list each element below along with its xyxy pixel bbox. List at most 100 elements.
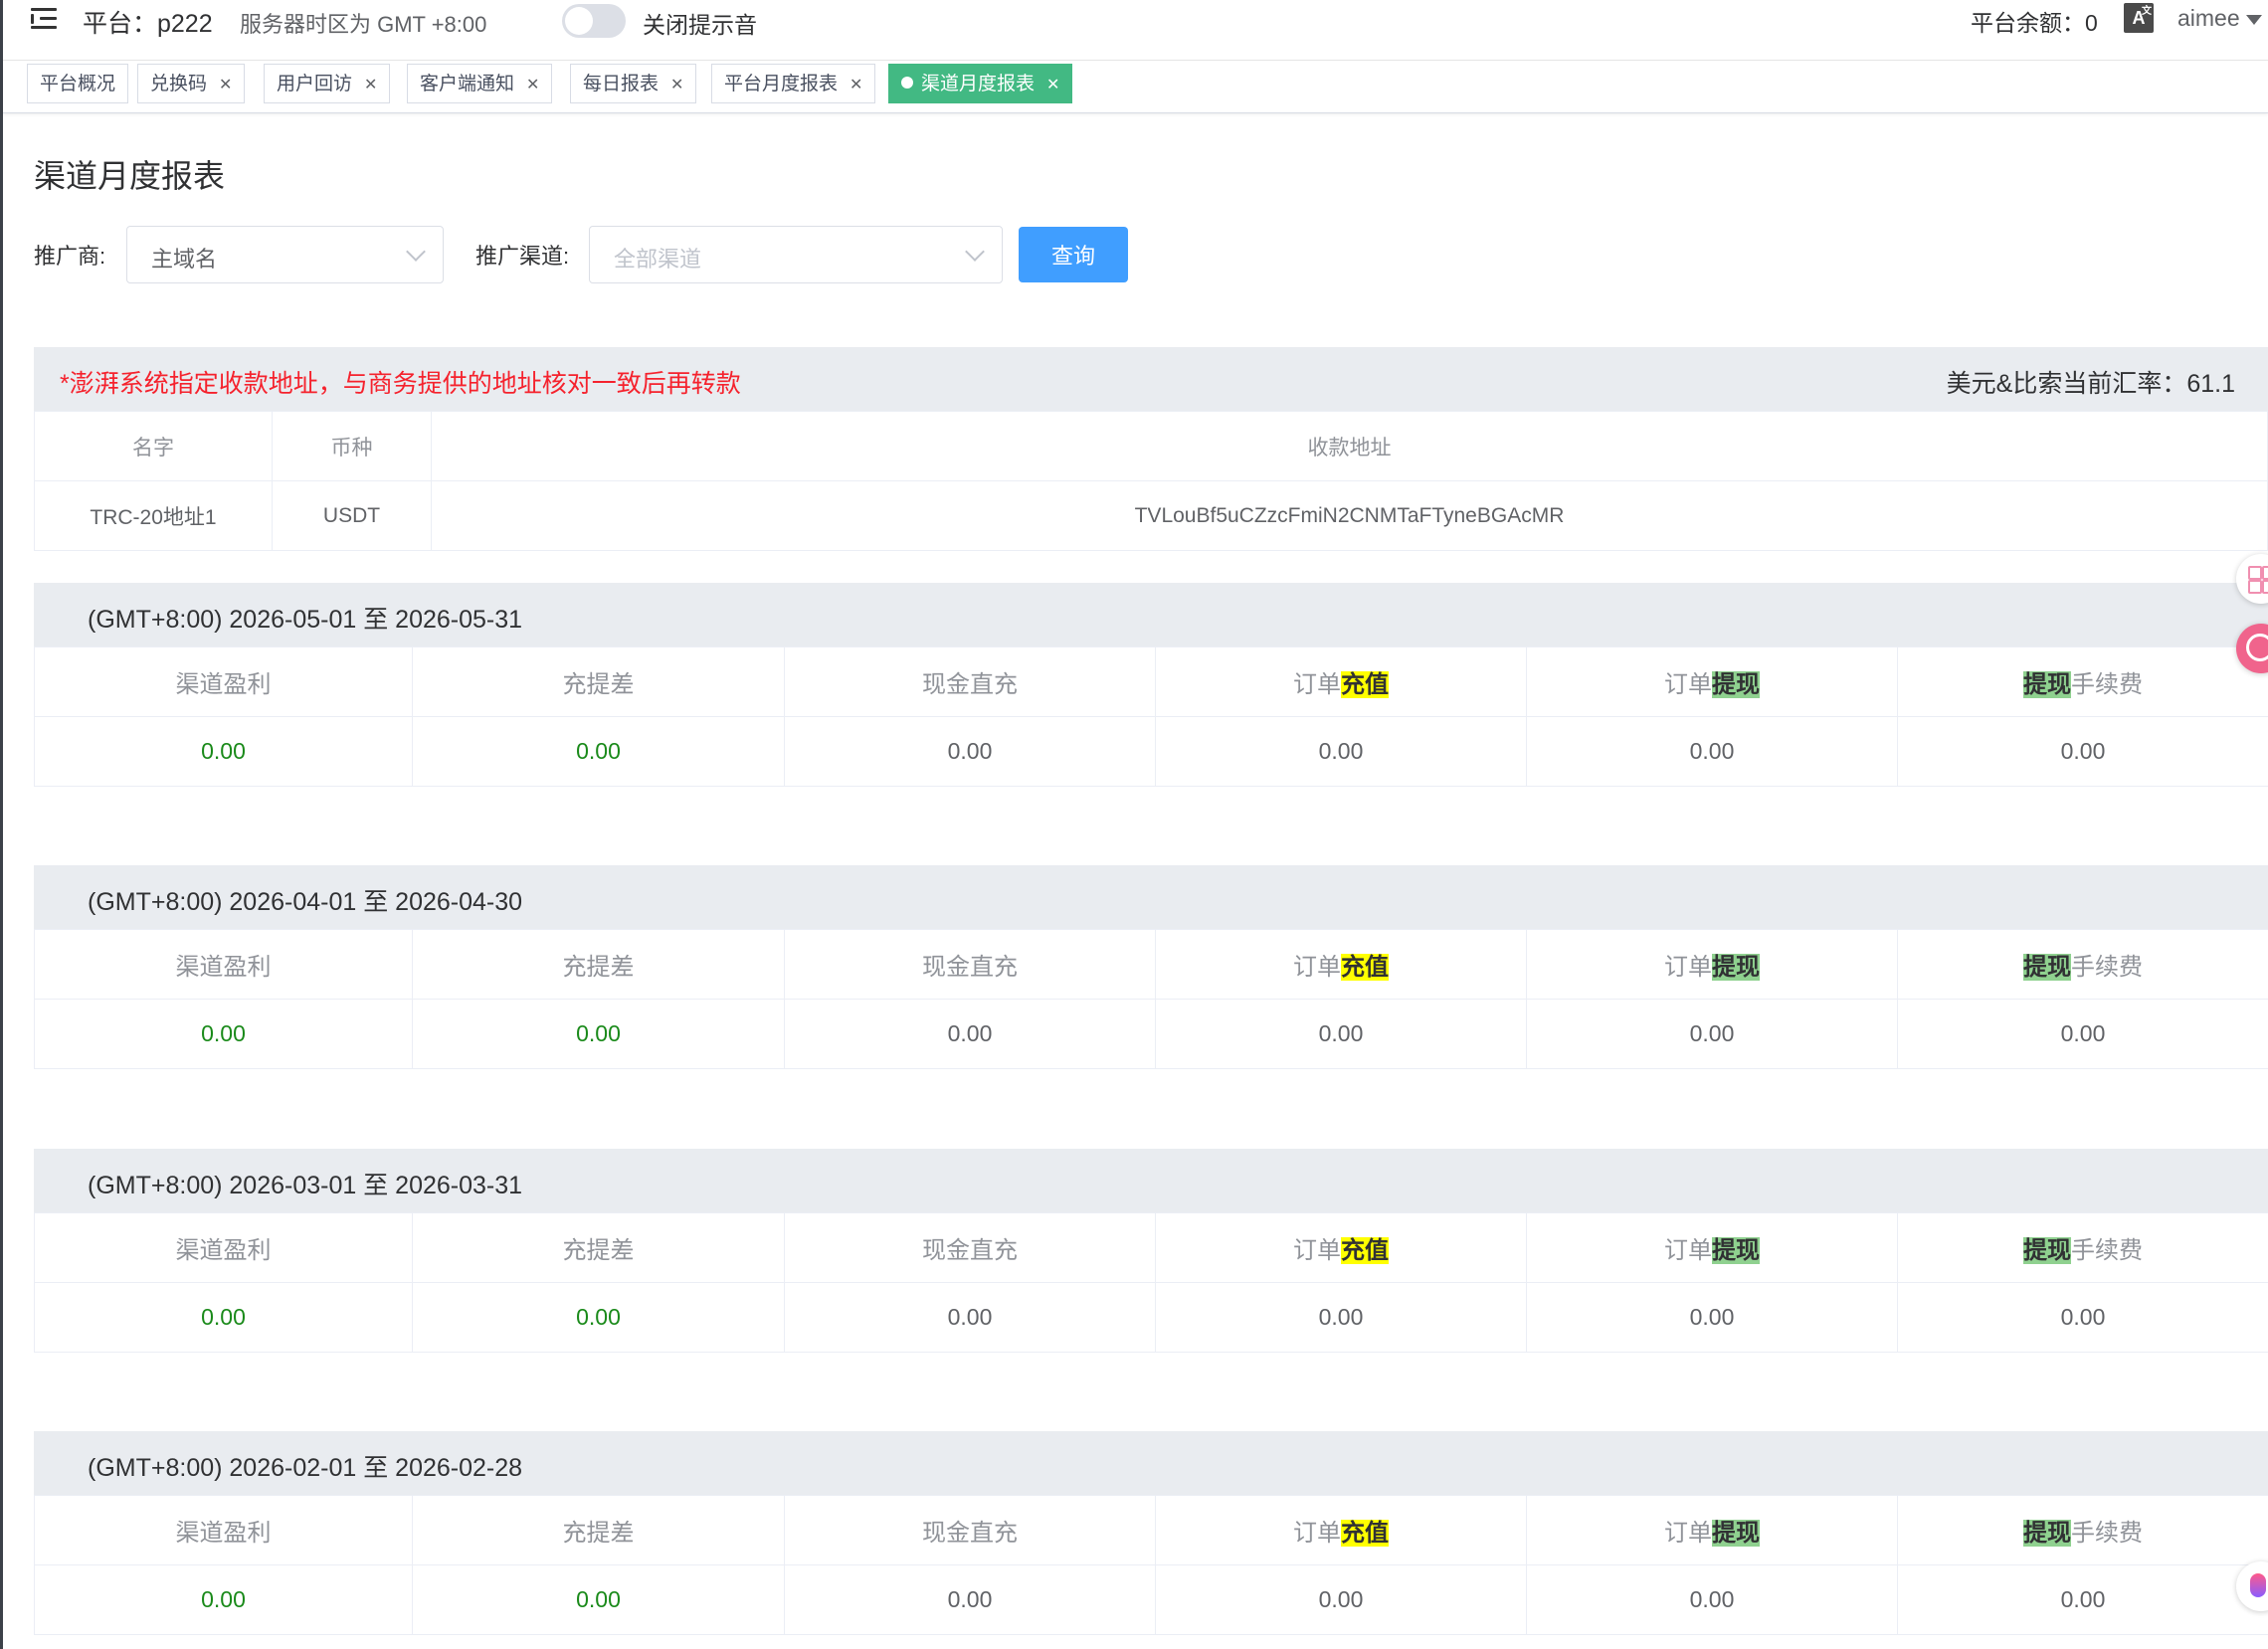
menu-fold-icon[interactable] [31, 6, 61, 34]
address-header: *澎湃系统指定收款地址，与商务提供的地址核对一致后再转款 美元&比索当前汇率：6… [34, 347, 2268, 411]
month-range: (GMT+8:00) 2026-05-01 至 2026-05-31 [88, 606, 523, 634]
month-table: 渠道盈利 充提差 现金直充 订单充值 订单提现 提现手续费 0.00 0.00 0.… [34, 1212, 2268, 1353]
tag-platform-overview[interactable]: 平台概况 [27, 64, 129, 103]
report-value: 0.00 [1897, 716, 2268, 787]
tag-label: 每日报表 [583, 74, 660, 94]
month-report: (GMT+8:00) 2026-05-01 至 2026-05-31 渠道盈利 … [34, 583, 2268, 787]
close-icon[interactable]: ✕ [219, 77, 232, 93]
month-range: (GMT+8:00) 2026-03-01 至 2026-03-31 [88, 1172, 523, 1199]
report-value: 0.00 [34, 716, 413, 787]
column-header-diff: 充提差 [412, 646, 785, 717]
sidebar-edge [0, 0, 3, 1649]
report-value: 0.00 [1155, 716, 1527, 787]
column-header-order-recharge: 订单充值 [1155, 1495, 1527, 1565]
column-header-profit: 渠道盈利 [34, 1212, 413, 1283]
page-title: 渠道月度报表 [34, 158, 226, 194]
column-header-order-withdraw: 订单提现 [1526, 1495, 1898, 1565]
tag-user-followup[interactable]: 用户回访 ✕ [264, 64, 391, 103]
column-header-profit: 渠道盈利 [34, 929, 413, 1000]
header-suffix: 手续费 [2071, 954, 2143, 981]
column-header-cash: 现金直充 [784, 1495, 1156, 1565]
address-table: 名字 币种 收款地址 TRC-20地址1 USDT TVLouBf5uCZzcF… [34, 411, 2268, 551]
close-icon[interactable]: ✕ [526, 77, 539, 93]
report-value: 0.00 [412, 1282, 785, 1353]
tag-client-notice[interactable]: 客户端通知 ✕ [407, 64, 553, 103]
table-row: 0.00 0.00 0.00 0.00 0.00 0.00 [34, 1282, 2268, 1353]
report-value: 0.00 [1155, 1282, 1527, 1353]
column-header-profit: 渠道盈利 [34, 1495, 413, 1565]
table-header-row: 渠道盈利 充提差 现金直充 订单充值 订单提现 提现手续费 [34, 646, 2268, 717]
promoter-select[interactable]: 主域名 [126, 226, 444, 283]
tag-label: 客户端通知 [420, 74, 515, 94]
tag-daily-report[interactable]: 每日报表 ✕ [570, 64, 697, 103]
header-highlight: 提现 [2023, 1520, 2071, 1547]
table-header-row: 渠道盈利 充提差 现金直充 订单充值 订单提现 提现手续费 [34, 929, 2268, 1000]
top-navbar: 平台：p222 服务器时区为 GMT +8:00 关闭提示音 平台余额：0 A文… [3, 0, 2268, 61]
tag-channel-monthly-report[interactable]: 渠道月度报表 ✕ [888, 64, 1073, 103]
report-value: 0.00 [34, 1282, 413, 1353]
column-header-withdraw-fee: 提现手续费 [1897, 646, 2268, 717]
chevron-down-icon [406, 242, 426, 262]
tag-label: 兑换码 [150, 74, 208, 94]
column-header: 收款地址 [431, 411, 2268, 481]
mute-sound-toggle[interactable] [562, 4, 626, 38]
header-prefix: 订单 [1664, 1520, 1712, 1547]
month-report: (GMT+8:00) 2026-04-01 至 2026-04-30 渠道盈利 … [34, 865, 2268, 1069]
column-header-order-withdraw: 订单提现 [1526, 646, 1898, 717]
promoter-label: 推广商: [34, 244, 106, 269]
report-value: 0.00 [1155, 1564, 1527, 1635]
column-header-profit: 渠道盈利 [34, 646, 413, 717]
month-table: 渠道盈利 充提差 现金直充 订单充值 订单提现 提现手续费 0.00 0.00 0.… [34, 1495, 2268, 1635]
tag-label: 渠道月度报表 [921, 74, 1036, 94]
column-header: 币种 [272, 411, 432, 481]
header-prefix: 订单 [1293, 671, 1341, 698]
month-header: (GMT+8:00) 2026-05-01 至 2026-05-31 [34, 583, 2268, 646]
address-currency: USDT [272, 480, 432, 551]
table-header-row: 渠道盈利 充提差 现金直充 订单充值 订单提现 提现手续费 [34, 1495, 2268, 1565]
table-row: 0.00 0.00 0.00 0.00 0.00 0.00 [34, 999, 2268, 1069]
report-value: 0.00 [1897, 1564, 2268, 1635]
column-header: 名字 [34, 411, 273, 481]
column-header-withdraw-fee: 提现手续费 [1897, 1212, 2268, 1283]
header-prefix: 订单 [1293, 1237, 1341, 1264]
report-value: 0.00 [412, 999, 785, 1069]
close-icon[interactable]: ✕ [1046, 77, 1059, 93]
tag-label: 平台月度报表 [724, 74, 839, 94]
report-value: 0.00 [784, 716, 1156, 787]
header-highlight: 提现 [2023, 671, 2071, 698]
query-button[interactable]: 查询 [1019, 227, 1128, 282]
header-suffix: 手续费 [2071, 671, 2143, 698]
header-highlight: 充值 [1341, 671, 1389, 698]
tag-label: 平台概况 [40, 74, 116, 94]
header-highlight: 提现 [1712, 671, 1760, 698]
table-header-row: 名字 币种 收款地址 [34, 411, 2268, 481]
caret-down-icon [2245, 14, 2262, 25]
close-icon[interactable]: ✕ [850, 77, 862, 93]
header-highlight: 提现 [2023, 954, 2071, 981]
month-header: (GMT+8:00) 2026-03-01 至 2026-03-31 [34, 1149, 2268, 1212]
report-value: 0.00 [1526, 1564, 1898, 1635]
header-prefix: 订单 [1664, 671, 1712, 698]
report-value: 0.00 [784, 999, 1156, 1069]
header-prefix: 订单 [1293, 954, 1341, 981]
channel-select[interactable]: 全部渠道 [589, 226, 1003, 283]
close-icon[interactable]: ✕ [670, 77, 683, 93]
tag-redeem-code[interactable]: 兑换码 ✕ [137, 64, 246, 103]
tag-label: 用户回访 [277, 74, 353, 94]
header-highlight: 提现 [1712, 1520, 1760, 1547]
month-report: (GMT+8:00) 2026-02-01 至 2026-02-28 渠道盈利 … [34, 1431, 2268, 1635]
report-value: 0.00 [784, 1282, 1156, 1353]
translate-icon[interactable]: A文 [2124, 3, 2154, 33]
tags-view: 平台概况 兑换码 ✕ 用户回访 ✕ 客户端通知 ✕ 每日报表 ✕ 平台月度报表 ✕ 渠道月… [3, 61, 2268, 113]
header-highlight: 充值 [1341, 1520, 1389, 1547]
column-header-withdraw-fee: 提现手续费 [1897, 929, 2268, 1000]
header-suffix: 手续费 [2071, 1237, 2143, 1264]
table-header-row: 渠道盈利 充提差 现金直充 订单充值 订单提现 提现手续费 [34, 1212, 2268, 1283]
user-menu[interactable]: aimee [2177, 5, 2262, 32]
mute-sound-label: 关闭提示音 [643, 12, 757, 38]
tag-platform-monthly-report[interactable]: 平台月度报表 ✕ [711, 64, 876, 103]
table-row: TRC-20地址1 USDT TVLouBf5uCZzcFmiN2CNMTaFT… [34, 480, 2268, 551]
column-header-withdraw-fee: 提现手续费 [1897, 1495, 2268, 1565]
header-highlight: 提现 [1712, 954, 1760, 981]
close-icon[interactable]: ✕ [364, 77, 377, 93]
